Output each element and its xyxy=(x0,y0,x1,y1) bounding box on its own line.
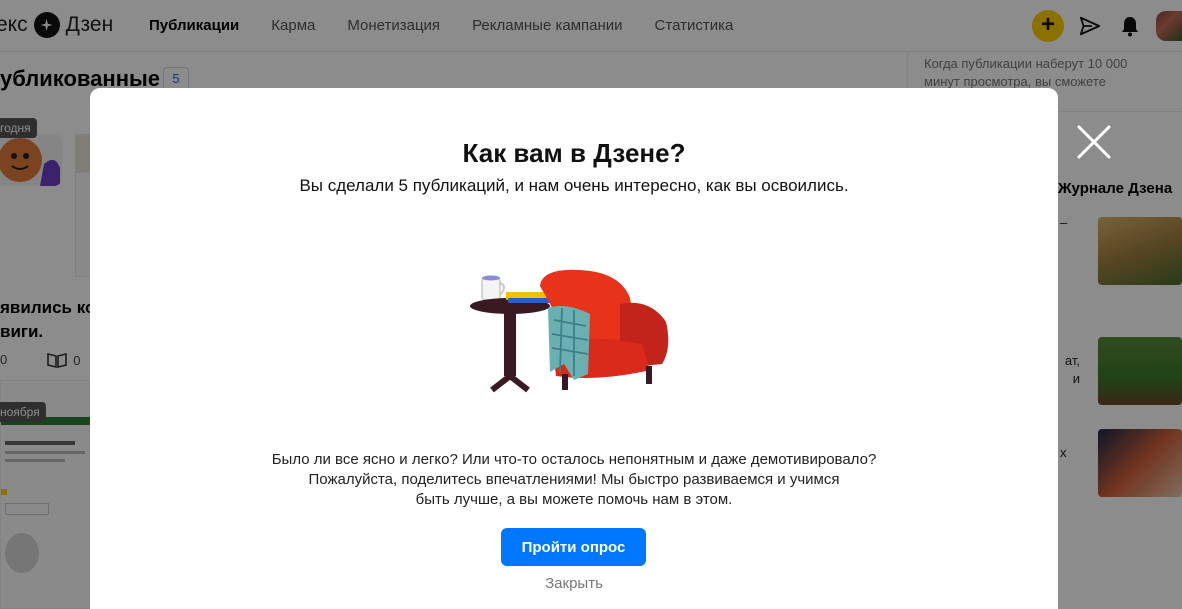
armchair-illustration xyxy=(470,268,680,398)
take-survey-button[interactable]: Пройти опрос xyxy=(501,528,646,566)
modal-title: Как вам в Дзене? xyxy=(462,138,686,168)
modal-body-line: Пожалуйста, поделитесь впечатлениями! Мы… xyxy=(308,471,840,488)
modal-body: Было ли все ясно и легко? Или что-то ост… xyxy=(210,450,938,510)
feedback-modal: Как вам в Дзене? Вы сделали 5 публикаций… xyxy=(90,88,1058,609)
close-link[interactable]: Закрыть xyxy=(90,575,1058,592)
modal-body-line: быть лучше, а вы можете помочь нам в это… xyxy=(415,491,733,508)
modal-body-line: Было ли все ясно и легко? Или что-то ост… xyxy=(271,451,877,468)
modal-subtitle: Вы сделали 5 публикаций, и нам очень инт… xyxy=(299,176,849,195)
close-icon[interactable] xyxy=(1076,124,1112,160)
